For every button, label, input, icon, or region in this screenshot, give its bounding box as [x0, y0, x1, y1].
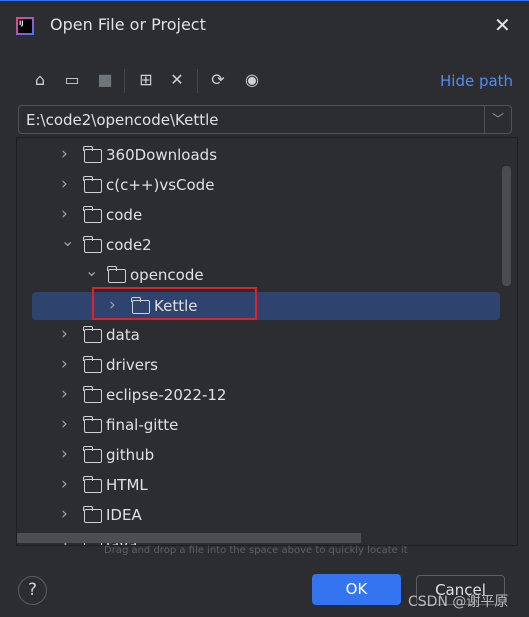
dialog-title: Open File or Project [50, 15, 206, 34]
chevron-right-icon[interactable]: › [61, 504, 68, 524]
folder-icon [83, 356, 102, 373]
app-logo: IJ [16, 17, 34, 35]
toolbar-separator [124, 69, 125, 93]
new-folder-icon[interactable]: ⊞ [135, 69, 157, 91]
hide-path-link[interactable]: Hide path [440, 72, 513, 90]
path-input[interactable]: E:\code2\opencode\Kettle ﹀ [18, 105, 512, 134]
chevron-right-icon[interactable]: › [61, 474, 68, 494]
chevron-right-icon[interactable]: › [61, 144, 68, 164]
project-folder-icon[interactable]: ■ [94, 69, 116, 91]
tree-item[interactable]: › final-gitte [17, 411, 517, 441]
tree-item[interactable]: › github [17, 441, 517, 471]
chevron-right-icon[interactable]: › [61, 354, 68, 374]
folder-icon [83, 326, 102, 343]
tree-item-label: 360Downloads [106, 146, 218, 164]
refresh-icon[interactable]: ⟳ [207, 69, 229, 91]
folder-icon [83, 206, 102, 223]
delete-icon[interactable]: ✕ [166, 69, 188, 91]
tree-item-label: eclipse-2022-12 [106, 386, 227, 404]
tree-item-label: c(c++)vsCode [106, 176, 215, 194]
toolbar-separator [197, 69, 198, 93]
folder-icon [83, 176, 102, 193]
tree-item[interactable]: › data [17, 321, 517, 351]
folder-icon [83, 476, 102, 493]
chevron-down-icon[interactable]: ⌄ [61, 231, 74, 250]
folder-icon [83, 236, 102, 253]
show-hidden-icon[interactable]: ◉ [241, 69, 263, 91]
tree-item-label: HTML [106, 476, 148, 494]
tree-item-label: final-gitte [106, 416, 179, 434]
tree-item[interactable]: › IDEA [17, 501, 517, 531]
desktop-icon[interactable]: ▭ [61, 69, 83, 91]
watermark: CSDN @谢平原 [408, 594, 509, 610]
tree-item[interactable]: › code [17, 201, 517, 231]
tree-item-label: code2 [106, 236, 152, 254]
horizontal-scrollbar[interactable] [17, 533, 361, 543]
tree-item[interactable]: › 360Downloads [17, 141, 517, 171]
chevron-down-icon[interactable]: ⌄ [85, 261, 98, 280]
tree-item-label: opencode [130, 266, 204, 284]
folder-icon [83, 506, 102, 523]
tree-item-label: drivers [106, 356, 158, 374]
home-icon[interactable]: ⌂ [29, 69, 51, 91]
folder-icon [83, 446, 102, 463]
chevron-right-icon[interactable]: › [61, 204, 68, 224]
folder-icon [107, 266, 126, 283]
drag-drop-hint: Drag and drop a file into the space abov… [104, 545, 408, 556]
vertical-scrollbar[interactable] [502, 166, 511, 286]
chevron-right-icon[interactable]: › [61, 444, 68, 464]
tree-item[interactable]: › HTML [17, 471, 517, 501]
chevron-right-icon[interactable]: › [61, 414, 68, 434]
ok-button[interactable]: OK [312, 574, 401, 605]
file-tree[interactable]: › 360Downloads › c(c++)vsCode › code ⌄ code2 ⌄ op… [16, 137, 518, 546]
tree-item-label: data [106, 326, 140, 344]
tree-item[interactable]: › drivers [17, 351, 517, 381]
chevron-down-icon[interactable]: ﹀ [484, 106, 511, 133]
folder-icon [83, 146, 102, 163]
tree-item[interactable]: › eclipse-2022-12 [17, 381, 517, 411]
tree-item-label: IDEA [106, 506, 142, 524]
close-icon[interactable]: ✕ [494, 13, 511, 37]
path-value[interactable]: E:\code2\opencode\Kettle [26, 111, 219, 129]
folder-icon [83, 416, 102, 433]
chevron-right-icon[interactable]: › [61, 384, 68, 404]
chevron-right-icon[interactable]: › [61, 174, 68, 194]
chevron-right-icon[interactable]: › [61, 324, 68, 344]
folder-icon [83, 386, 102, 403]
tree-item[interactable]: › c(c++)vsCode [17, 171, 517, 201]
help-button[interactable]: ? [18, 576, 47, 605]
tree-item-label: code [106, 206, 143, 224]
tree-item-label: github [106, 446, 155, 464]
tree-item[interactable]: ⌄ code2 [17, 231, 517, 261]
highlight-box [92, 287, 257, 320]
